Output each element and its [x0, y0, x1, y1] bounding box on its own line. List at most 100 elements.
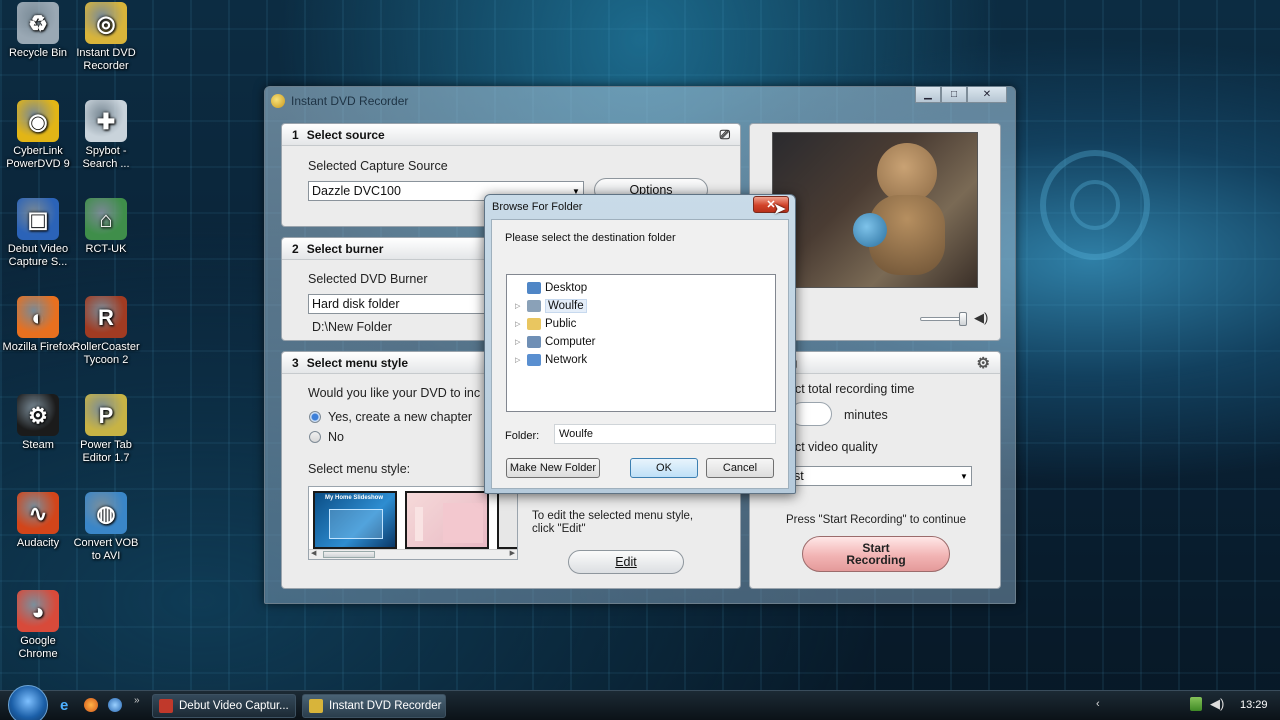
taskbar-button[interactable]: Debut Video Captur...: [152, 694, 296, 718]
thumb-caption: My Home Slideshow: [325, 495, 384, 501]
computer-icon: [527, 335, 541, 348]
clock[interactable]: 13:29: [1240, 699, 1268, 711]
capture-source-value: Dazzle DVC100: [312, 184, 401, 198]
volume-slider[interactable]: [920, 312, 967, 326]
output-folder-path: D:\New Folder: [312, 320, 392, 334]
desktop-shortcut-label: Mozilla Firefox: [2, 341, 74, 353]
volume-tray-icon[interactable]: ◀): [1210, 696, 1224, 712]
desktop-shortcut[interactable]: ∿ Audacity: [0, 492, 76, 550]
preview-globe: [853, 213, 887, 247]
window-titlebar[interactable]: Instant DVD Recorder: [271, 91, 408, 111]
expand-arrow-icon[interactable]: ▷: [515, 320, 523, 328]
desktop-shortcut[interactable]: ⚙ Steam: [0, 394, 76, 452]
browse-folder-dialog: Browse For Folder ✕ ➤ Please select the …: [484, 194, 796, 494]
desktop-shortcut-label: Instant DVD Recorder: [76, 47, 136, 72]
ok-button[interactable]: OK: [630, 458, 698, 478]
desktop-shortcut[interactable]: ⌂ RCT-UK: [68, 198, 144, 256]
volume-slider-thumb[interactable]: [959, 312, 967, 326]
maximize-button[interactable]: □: [941, 87, 967, 103]
desktop-shortcut-label: Debut Video Capture S...: [7, 243, 69, 268]
preview-character: [877, 143, 937, 203]
total-time-label: ect total recording time: [788, 382, 915, 396]
network-tray-icon[interactable]: [1190, 697, 1202, 711]
debut-video-icon: ▣: [17, 198, 59, 240]
firefox-quicklaunch-icon[interactable]: [84, 698, 98, 712]
rollercoaster-tycoon-icon: R: [85, 296, 127, 338]
tree-item[interactable]: Desktop: [515, 279, 587, 296]
dvd-burner-select[interactable]: Hard disk folder: [308, 294, 488, 314]
menu-style-list: My Home Slideshow ◀ ▶: [308, 486, 518, 560]
capture-source-label: Selected Capture Source: [308, 159, 448, 173]
desktop-shortcut[interactable]: P Power Tab Editor 1.7: [68, 394, 144, 465]
rct-uk-icon: ⌂: [85, 198, 127, 240]
desktop-shortcut-label: RCT-UK: [85, 243, 127, 255]
step-number: 2: [292, 241, 299, 256]
powerdvd-icon: ◉: [17, 100, 59, 142]
tree-item[interactable]: ▷ Computer: [515, 333, 596, 350]
desktop-shortcut[interactable]: ◐ Mozilla Firefox: [0, 296, 76, 354]
spybot-icon: ✚: [85, 100, 127, 142]
make-new-folder-button[interactable]: Make New Folder: [506, 458, 600, 478]
scroll-right-icon[interactable]: ▶: [510, 549, 515, 557]
settings-icon[interactable]: ⚙: [977, 354, 990, 372]
menu-style-thumb-pink[interactable]: [405, 491, 489, 549]
expand-arrow-icon[interactable]: ▷: [515, 338, 523, 346]
desktop-shortcut[interactable]: ▣ Debut Video Capture S...: [0, 198, 76, 269]
radio-yes[interactable]: [309, 411, 321, 423]
taskbar-button[interactable]: Instant DVD Recorder: [302, 694, 446, 718]
folder-input[interactable]: Woulfe: [554, 424, 776, 444]
tree-item[interactable]: ▷ Network: [515, 351, 587, 368]
horizontal-scrollbar[interactable]: ◀ ▶: [309, 549, 517, 559]
scroll-left-icon[interactable]: ◀: [311, 549, 316, 557]
desktop-shortcut-label: Google Chrome: [18, 635, 58, 660]
expand-arrow-icon[interactable]: ▷: [515, 302, 523, 310]
panel-header: 1 Select source ⎚: [282, 124, 740, 146]
desktop-shortcut[interactable]: ◕ Google Chrome: [0, 590, 76, 661]
radio-no[interactable]: [309, 431, 321, 443]
steam-icon: ⚙: [17, 394, 59, 436]
media-quicklaunch-icon[interactable]: [108, 698, 122, 712]
minimize-button[interactable]: ▁: [915, 87, 941, 103]
power-tab-icon: P: [85, 394, 127, 436]
desktop-shortcut-label: Spybot - Search ...: [82, 145, 130, 170]
tree-item-label: Network: [545, 353, 588, 366]
expand-arrow-icon[interactable]: ▷: [515, 356, 523, 364]
speaker-icon[interactable]: ◀): [974, 310, 988, 326]
folder-tree[interactable]: Desktop ▷ Woulfe ▷ Public ▷ Computer ▷ Network: [506, 274, 776, 412]
video-quality-select[interactable]: st ▼: [790, 466, 972, 486]
tree-item[interactable]: ▷ Public: [515, 315, 576, 332]
desktop-shortcut[interactable]: ◍ Convert VOB to AVI: [68, 492, 144, 563]
desktop-shortcut[interactable]: ♻ Recycle Bin: [0, 2, 76, 60]
minutes-input[interactable]: [790, 402, 832, 426]
quicklaunch-expand-icon[interactable]: »: [134, 695, 140, 706]
desktop-shortcut[interactable]: R RollerCoaster Tycoon 2: [68, 296, 144, 367]
start-recording-label: Start Recording: [846, 541, 906, 567]
edit-hint: To edit the selected menu style, click "…: [532, 510, 694, 535]
taskbar-button-label: Instant DVD Recorder: [329, 700, 442, 712]
radio-no-label[interactable]: No: [328, 430, 344, 444]
menu-style-thumb-partial[interactable]: [497, 491, 517, 549]
cancel-button[interactable]: Cancel: [706, 458, 774, 478]
show-hidden-icons[interactable]: ‹: [1096, 698, 1100, 710]
edit-button[interactable]: Edit: [568, 550, 684, 574]
thumb-graphic: [415, 507, 431, 541]
chevron-down-icon: ▼: [957, 467, 971, 485]
dialog-title: Browse For Folder: [492, 201, 583, 213]
desktop-shortcut[interactable]: ◎ Instant DVD Recorder: [68, 2, 144, 73]
menu-style-thumb-slideshow[interactable]: My Home Slideshow: [313, 491, 397, 549]
instant-dvd-recorder-icon: ◎: [85, 2, 127, 44]
ie-quicklaunch-icon[interactable]: e: [60, 697, 68, 714]
taskbar: e » Debut Video Captur... Instant DVD Rec…: [0, 685, 1280, 720]
start-recording-button[interactable]: Start Recording: [802, 536, 950, 572]
edit-button-label: Edit: [615, 555, 637, 569]
close-button[interactable]: ✕: [967, 87, 1007, 103]
scrollbar-thumb[interactable]: [323, 551, 375, 558]
radio-yes-label[interactable]: Yes, create a new chapter: [328, 410, 472, 424]
desktop-shortcut[interactable]: ◉ CyberLink PowerDVD 9: [0, 100, 76, 171]
tree-item-label: Desktop: [545, 281, 588, 294]
instant-dvd-recorder-icon: [309, 699, 323, 713]
start-button[interactable]: [8, 685, 48, 720]
tree-item-label: Public: [545, 317, 577, 330]
desktop-shortcut[interactable]: ✚ Spybot - Search ...: [68, 100, 144, 171]
tree-item[interactable]: ▷ Woulfe: [515, 297, 587, 314]
